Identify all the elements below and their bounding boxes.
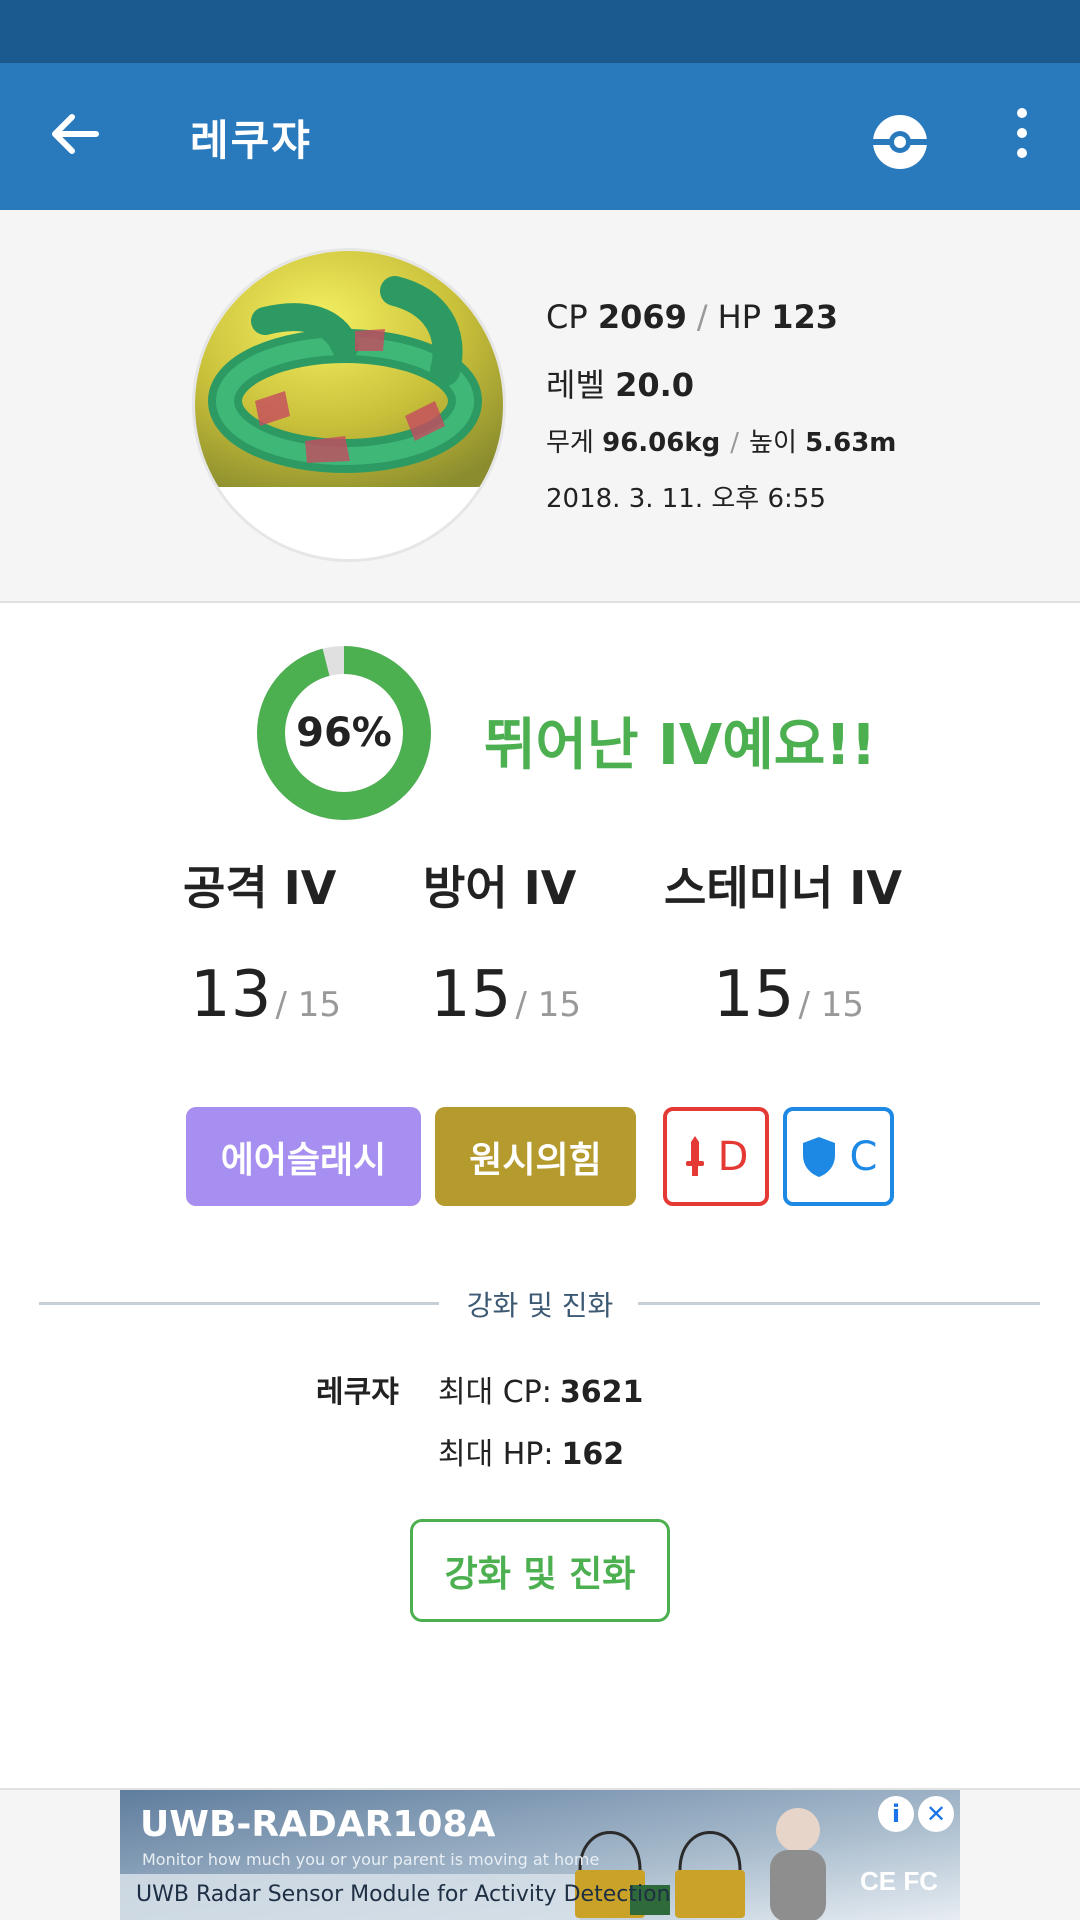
defense-iv-label: 방어 IV (423, 861, 577, 915)
size-row: 무게 96.06kg / 높이 5.63m (546, 422, 896, 478)
weight-label: 무게 (546, 428, 594, 458)
cp-label: CP (546, 298, 588, 336)
defense-iv-max: / 15 (515, 985, 581, 1025)
separator: / (730, 428, 740, 458)
sword-icon (685, 1135, 704, 1176)
rayquaza-image (195, 251, 503, 559)
attack-iv-number: 13 (190, 958, 272, 1032)
info-icon[interactable]: i (878, 1796, 914, 1832)
stamina-iv-max: / 15 (798, 985, 864, 1025)
caught-date: 2018. 3. 11. 오후 6:55 (546, 484, 826, 514)
svg-text:CE FC: CE FC (860, 1866, 938, 1896)
section-divider-left (39, 1302, 439, 1305)
attack-iv-label: 공격 IV (183, 861, 337, 915)
stamina-iv-number: 15 (713, 958, 795, 1032)
level-value: 20.0 (615, 366, 695, 404)
attack-iv-value: 13/ 15 (190, 958, 341, 1032)
level-label: 레벨 (546, 366, 605, 404)
close-icon[interactable]: ✕ (918, 1796, 954, 1832)
page-title: 레쿠쟈 (190, 116, 312, 165)
app-bar: 레쿠쟈 (0, 63, 1080, 210)
ad-subtitle: Monitor how much you or your parent is m… (142, 1850, 600, 1869)
evolution-pokemon-name: 레쿠쟈 (316, 1375, 399, 1410)
max-cp-label: 최대 CP: (438, 1375, 552, 1410)
attack-grade-badge[interactable]: D (663, 1107, 769, 1206)
defense-grade-badge[interactable]: C (783, 1107, 894, 1206)
height-value: 5.63m (805, 428, 897, 458)
ad-banner-container: CE FC UWB-RADAR108A Monitor how much you… (0, 1788, 1080, 1920)
max-hp-row: 최대 HP: 162 (438, 1429, 624, 1473)
defense-iv-value: 15/ 15 (430, 958, 581, 1032)
cp-value: 2069 (597, 298, 687, 336)
max-cp-row: 최대 CP: 3621 (438, 1367, 643, 1411)
stamina-iv-label: 스테미너 IV (664, 861, 903, 915)
cp-hp-row: CP 2069/HP 123 (546, 298, 896, 360)
section-title: 강화 및 진화 (466, 1289, 614, 1322)
hp-label: HP (717, 298, 762, 336)
level-row: 레벨 20.0 (546, 360, 896, 422)
max-hp-label: 최대 HP: (438, 1437, 554, 1472)
attack-iv-max: / 15 (275, 985, 341, 1025)
pokemon-info: CP 2069/HP 123 레벨 20.0 무게 96.06kg / 높이 5.6… (546, 298, 896, 528)
section-divider-right (638, 1302, 1040, 1305)
iv-percent: 96% (296, 710, 392, 756)
pokeball-icon[interactable] (870, 112, 930, 172)
fast-move-badge[interactable]: 에어슬래시 (186, 1107, 421, 1206)
weight-value: 96.06kg (602, 428, 721, 458)
arrow-left-icon[interactable] (42, 101, 108, 167)
ad-tagline: UWB Radar Sensor Module for Activity Det… (136, 1882, 671, 1907)
max-cp-value: 3621 (559, 1375, 644, 1410)
more-vertical-icon[interactable] (1000, 93, 1044, 173)
ad-banner[interactable]: CE FC UWB-RADAR108A Monitor how much you… (120, 1790, 960, 1920)
shield-icon (802, 1136, 835, 1177)
stamina-iv-value: 15/ 15 (713, 958, 864, 1032)
iv-message: 뛰어난 IV예요!! (484, 713, 877, 778)
ad-title: UWB-RADAR108A (140, 1804, 496, 1845)
defense-grade-letter: C (849, 1133, 878, 1180)
power-up-evolve-button[interactable]: 강화 및 진화 (410, 1519, 670, 1622)
pokemon-summary: CP 2069/HP 123 레벨 20.0 무게 96.06kg / 높이 5.6… (0, 210, 1080, 603)
hp-value: 123 (771, 298, 838, 336)
status-bar (0, 0, 1080, 63)
max-hp-value: 162 (561, 1437, 625, 1472)
separator: / (696, 298, 708, 336)
defense-iv-number: 15 (430, 958, 512, 1032)
pokemon-avatar (192, 248, 506, 562)
charged-move-badge[interactable]: 원시의힘 (435, 1107, 636, 1206)
height-label: 높이 (749, 428, 797, 458)
attack-grade-letter: D (717, 1133, 749, 1180)
